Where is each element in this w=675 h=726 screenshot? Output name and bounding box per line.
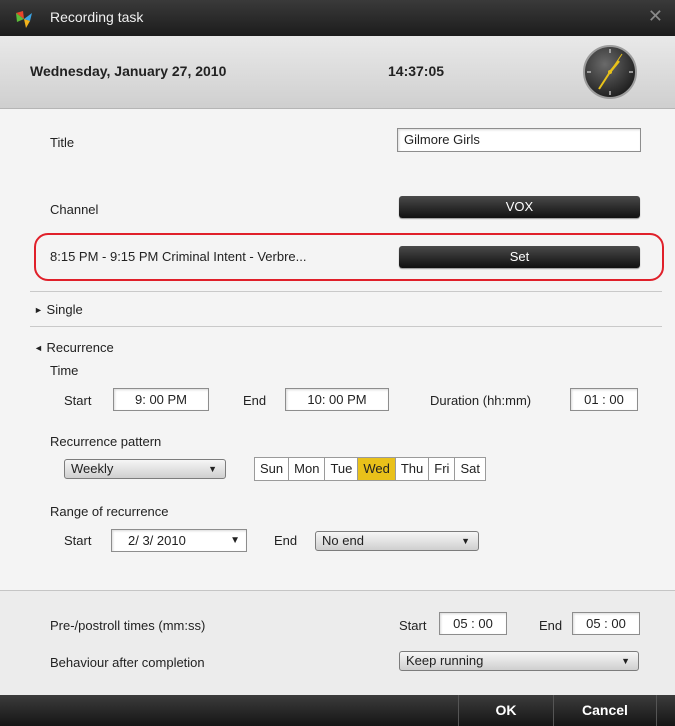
range-end-label: End [274,533,298,548]
options-panel [0,590,675,696]
postroll-input[interactable]: 05 : 00 [572,612,640,635]
behaviour-label: Behaviour after completion [50,655,205,670]
window-title: Recording task [50,9,144,25]
range-end-select[interactable]: No end ▼ [315,531,479,551]
behaviour-select[interactable]: Keep running ▼ [399,651,639,671]
clock-icon [583,45,637,99]
dropdown-arrow-icon: ▼ [208,464,217,474]
dialog-button-bar: OK Cancel [0,695,675,726]
range-label: Range of recurrence [50,504,169,519]
range-start-value: 2/ 3/ 2010 [128,533,186,548]
start-time-label: Start [64,393,92,408]
divider [30,326,662,327]
single-label: Single [46,302,83,317]
title-label: Title [50,135,75,150]
recurrence-pattern-select[interactable]: Weekly ▼ [64,459,226,479]
duration-label: Duration (hh:mm) [430,393,532,408]
preroll-input[interactable]: 05 : 00 [439,612,507,635]
behaviour-value: Keep running [406,653,484,668]
range-end-value: No end [322,533,364,548]
range-start-label: Start [64,533,92,548]
day-thu[interactable]: Thu [396,458,430,480]
recurrence-expander[interactable]: ◄ Recurrence [34,340,114,355]
ok-button[interactable]: OK [458,695,553,726]
recurrence-pattern-label: Recurrence pattern [50,434,162,449]
single-expander[interactable]: ► Single [34,302,83,317]
recording-task-window: Recording task ✕ Wednesday, January 27, … [0,0,675,726]
range-start-date-picker[interactable]: 2/ 3/ 2010 ▼ [111,529,247,552]
day-fri[interactable]: Fri [429,458,456,480]
current-time: 14:37:05 [388,63,445,79]
app-logo-icon [16,11,32,28]
day-wed[interactable]: Wed [358,458,396,480]
recurrence-pattern-value: Weekly [71,461,114,476]
end-time-input[interactable]: 10: 00 PM [285,388,389,411]
current-date: Wednesday, January 27, 2010 [30,63,227,79]
day-sat[interactable]: Sat [455,458,485,480]
title-input[interactable]: Gilmore Girls [397,128,641,152]
day-sun[interactable]: Sun [255,458,290,480]
prepost-start-label: Start [399,618,427,633]
dropdown-arrow-icon: ▼ [461,536,470,546]
prepost-label: Pre-/postroll times (mm:ss) [50,618,206,633]
cancel-button[interactable]: Cancel [553,695,657,726]
recurrence-label: Recurrence [46,340,114,355]
set-button[interactable]: Set [399,246,640,268]
channel-button[interactable]: VOX [399,196,640,218]
close-icon[interactable]: ✕ [648,6,663,27]
channel-label: Channel [50,202,99,217]
duration-input[interactable]: 01 : 00 [570,388,638,411]
time-label: Time [50,363,79,378]
end-time-label: End [243,393,267,408]
program-info: 8:15 PM - 9:15 PM Criminal Intent - Verb… [50,249,307,264]
weekday-selector: Sun Mon Tue Wed Thu Fri Sat [254,457,486,481]
day-mon[interactable]: Mon [289,458,326,480]
date-time-header: Wednesday, January 27, 2010 14:37:05 [0,36,675,109]
divider [30,291,662,292]
calendar-dropdown-icon: ▼ [230,535,240,546]
prepost-end-label: End [539,618,563,633]
expand-arrow-icon: ► [34,305,43,315]
title-bar: Recording task ✕ [0,0,675,36]
start-time-input[interactable]: 9: 00 PM [113,388,209,411]
collapse-arrow-icon: ◄ [34,343,43,353]
day-tue[interactable]: Tue [325,458,359,480]
dropdown-arrow-icon: ▼ [621,656,630,666]
